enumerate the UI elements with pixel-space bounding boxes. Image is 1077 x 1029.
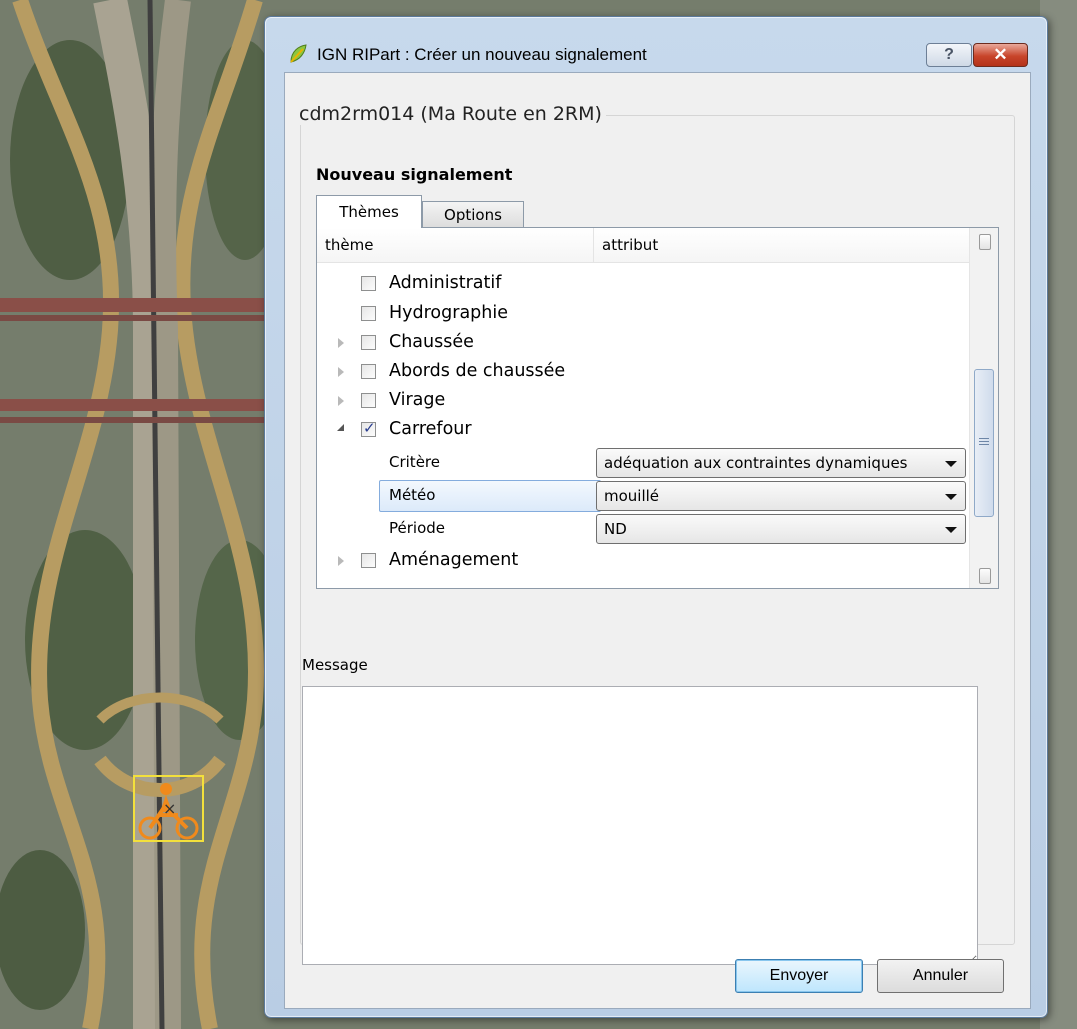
expand-arrow-icon[interactable]	[338, 367, 344, 377]
tree-item-label: Hydrographie	[389, 303, 508, 323]
scroll-up-icon[interactable]	[979, 234, 991, 250]
attribute-row-critere[interactable]: Critère adéquation aux contraintes dynam…	[317, 447, 969, 479]
tree-header: thème attribut	[317, 228, 969, 263]
tree-item-amenagement[interactable]: Aménagement	[317, 547, 969, 577]
message-label: Message	[302, 656, 368, 674]
dropdown-value: mouillé	[604, 487, 660, 505]
title-bar[interactable]: IGN RIPart : Créer un nouveau signalemen…	[265, 17, 1047, 67]
attribute-name: Météo	[389, 486, 436, 504]
window-title: IGN RIPart : Créer un nouveau signalemen…	[317, 45, 647, 64]
attribute-name: Période	[389, 519, 446, 537]
tree-item-carrefour[interactable]: ✓ Carrefour	[317, 416, 969, 446]
attribute-row-meteo[interactable]: Météo mouillé	[317, 480, 969, 512]
dialog-body: cdm2rm014 (Ma Route en 2RM) Nouveau sign…	[284, 72, 1031, 1009]
attribute-row-periode[interactable]: Période ND	[317, 513, 969, 545]
checkbox[interactable]	[361, 393, 376, 408]
dropdown-value: ND	[604, 520, 627, 538]
dropdown-arrow-icon[interactable]	[945, 494, 957, 500]
message-textarea[interactable]	[302, 686, 978, 965]
tree-item-label: Virage	[389, 390, 446, 410]
tree-item-label: Aménagement	[389, 550, 519, 570]
grip-line	[979, 444, 989, 445]
tree-item-label: Carrefour	[389, 419, 472, 439]
tree-item-label: Chaussée	[389, 332, 474, 352]
checkbox[interactable]	[361, 306, 376, 321]
grip-line	[979, 441, 989, 442]
scroll-down-icon[interactable]	[979, 568, 991, 584]
tree-item-administratif[interactable]: Administratif	[317, 270, 969, 300]
periode-dropdown[interactable]: ND	[596, 514, 966, 544]
checkbox-checked[interactable]: ✓	[361, 419, 376, 437]
checkbox[interactable]	[361, 335, 376, 350]
tree-item-label: Administratif	[389, 273, 502, 293]
scrollbar-thumb[interactable]	[974, 369, 994, 517]
send-button[interactable]: Envoyer	[735, 959, 863, 993]
critere-dropdown[interactable]: adéquation aux contraintes dynamiques	[596, 448, 966, 478]
meteo-dropdown[interactable]: mouillé	[596, 481, 966, 511]
dropdown-arrow-icon[interactable]	[945, 461, 957, 467]
tree-item-virage[interactable]: Virage	[317, 387, 969, 417]
tree-scrollbar[interactable]	[969, 228, 998, 588]
grip-line	[979, 438, 989, 439]
checkbox[interactable]	[361, 364, 376, 379]
collapse-arrow-icon[interactable]	[337, 424, 344, 431]
expand-arrow-icon[interactable]	[338, 338, 344, 348]
section-title: Nouveau signalement	[316, 165, 513, 184]
tree-item-chaussee[interactable]: Chaussée	[317, 329, 969, 359]
close-button[interactable]: ✕	[973, 43, 1028, 67]
cancel-button[interactable]: Annuler	[877, 959, 1004, 993]
dropdown-value: adéquation aux contraintes dynamiques	[604, 454, 908, 472]
tree-item-label: Abords de chaussée	[389, 361, 566, 381]
checkbox[interactable]	[361, 276, 376, 291]
svg-text:×: ×	[163, 799, 176, 818]
dropdown-arrow-icon[interactable]	[945, 527, 957, 533]
tree-item-hydrographie[interactable]: Hydrographie	[317, 300, 969, 330]
checkbox[interactable]	[361, 553, 376, 568]
column-header-theme[interactable]: thème	[317, 228, 594, 262]
tab-themes[interactable]: Thèmes	[316, 195, 422, 228]
attribute-name: Critère	[389, 453, 440, 471]
expand-arrow-icon[interactable]	[338, 396, 344, 406]
expand-arrow-icon[interactable]	[338, 556, 344, 566]
qgis-leaf-icon	[290, 44, 307, 63]
help-button[interactable]: ?	[926, 43, 972, 67]
tree-item-abords-de-chaussee[interactable]: Abords de chaussée	[317, 358, 969, 388]
group-title: cdm2rm014 (Ma Route en 2RM)	[295, 103, 606, 125]
create-report-dialog: IGN RIPart : Créer un nouveau signalemen…	[264, 16, 1048, 1018]
tab-options[interactable]: Options	[422, 201, 524, 228]
column-header-attribute[interactable]: attribut	[594, 228, 969, 262]
check-icon: ✓	[363, 419, 376, 437]
theme-tree[interactable]: thème attribut Administratif Hydrographi…	[316, 227, 999, 589]
